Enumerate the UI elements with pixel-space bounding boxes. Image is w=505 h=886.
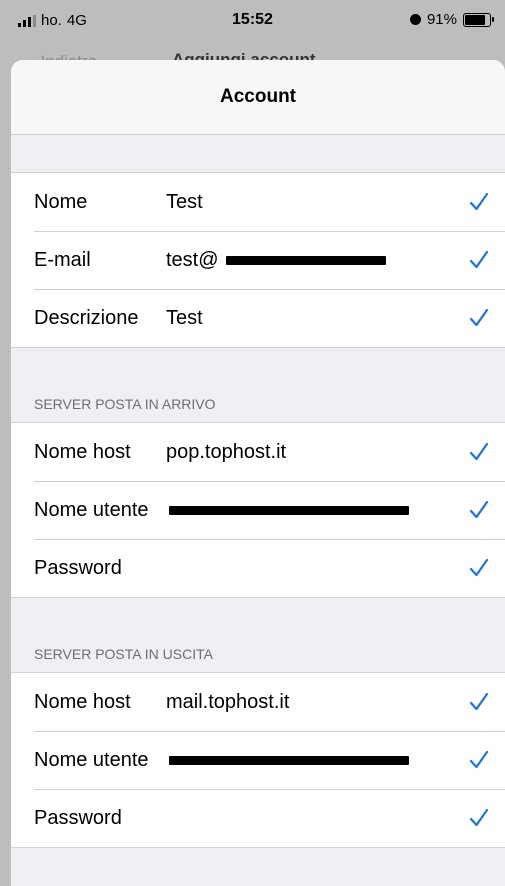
description-row[interactable]: Descrizione Test [11,289,505,347]
name-label: Nome [34,190,88,213]
outgoing-host-row[interactable]: Nome host mail.tophost.it [11,673,505,731]
outgoing-host-label: Nome host [34,690,131,713]
outgoing-password-row[interactable]: Password [11,789,505,847]
incoming-username-row[interactable]: Nome utente [11,481,505,539]
checkmark-icon [469,192,489,211]
alarm-icon [409,14,421,25]
checkmark-icon [469,500,489,519]
sheet-header: Account [11,60,505,135]
sheet-title: Account [220,86,296,107]
battery-fill [465,14,486,25]
email-field[interactable]: test@ [166,249,219,272]
outgoing-server-group: Nome host mail.tophost.it Nome utente Pa… [11,672,505,848]
checkmark-icon [469,558,489,577]
redaction-bar [226,255,386,265]
checkmark-icon [469,308,489,327]
status-right: 91% [409,11,494,28]
incoming-server-title: SERVER POSTA IN ARRIVO [34,396,216,412]
name-row[interactable]: Nome Test [11,173,505,231]
outgoing-host-field[interactable]: mail.tophost.it [166,691,289,714]
checkmark-icon [469,808,489,827]
outgoing-username-row[interactable]: Nome utente [11,731,505,789]
incoming-password-label: Password [34,556,122,579]
outgoing-password-label: Password [34,806,122,829]
outgoing-username-label: Nome utente [34,748,149,771]
incoming-password-row[interactable]: Password [11,539,505,597]
incoming-host-field[interactable]: pop.tophost.it [166,441,286,464]
checkmark-icon [469,250,489,269]
incoming-host-label: Nome host [34,440,131,463]
incoming-server-header: SERVER POSTA IN ARRIVO [11,348,505,422]
description-label: Descrizione [34,306,139,329]
battery-percent: 91% [426,11,457,28]
outgoing-server-header: SERVER POSTA IN USCITA [11,598,505,672]
checkmark-icon [469,750,489,769]
redaction-bar [169,755,409,765]
incoming-host-row[interactable]: Nome host pop.tophost.it [11,423,505,481]
redaction-bar [169,505,409,515]
battery-icon [463,12,494,27]
description-field[interactable]: Test [166,307,203,330]
account-sheet: Account Nome Test E-mail test@ Descrizio… [11,60,505,886]
incoming-username-label: Nome utente [34,498,149,521]
checkmark-icon [469,442,489,461]
incoming-server-group: Nome host pop.tophost.it Nome utente Pas… [11,422,505,598]
status-bar: ho. 4G 15:52 91% [0,0,505,40]
account-group: Nome Test E-mail test@ Descrizione Test [11,172,505,348]
email-row[interactable]: E-mail test@ [11,231,505,289]
checkmark-icon [469,692,489,711]
outgoing-server-title: SERVER POSTA IN USCITA [34,646,213,662]
name-field[interactable]: Test [166,191,203,214]
email-label: E-mail [34,248,91,271]
